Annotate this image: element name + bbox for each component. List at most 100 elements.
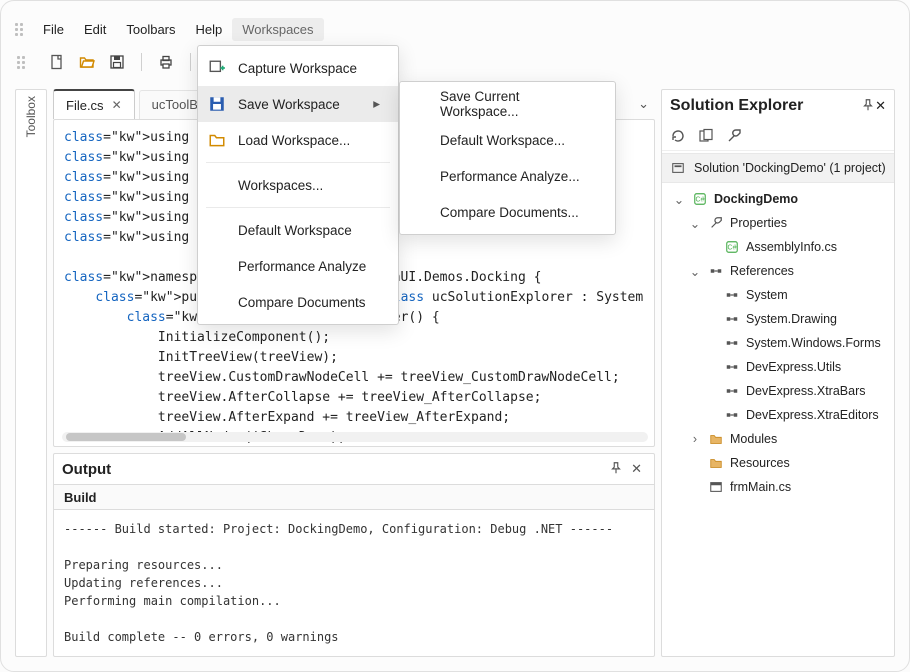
h-scrollbar-thumb[interactable] bbox=[66, 433, 186, 441]
node-ref-1[interactable]: System.Drawing bbox=[666, 307, 890, 331]
node-resources[interactable]: Resources bbox=[666, 451, 890, 475]
explorer-toolbar bbox=[662, 122, 894, 151]
ref-icon bbox=[724, 335, 740, 351]
close-icon[interactable]: ✕ bbox=[875, 98, 886, 114]
wrench-icon bbox=[708, 215, 724, 231]
label: Compare Documents bbox=[238, 295, 380, 310]
separator bbox=[206, 207, 390, 208]
close-icon[interactable]: ✕ bbox=[112, 98, 122, 112]
ref-icon bbox=[724, 407, 740, 423]
output-panel: Output ✕ Build ------ Build started: Pro… bbox=[53, 453, 655, 657]
mi-performance-analyze[interactable]: Performance Analyze bbox=[198, 248, 398, 284]
menu-help[interactable]: Help bbox=[186, 18, 233, 41]
node-frmmain[interactable]: frmMain.cs bbox=[666, 475, 890, 499]
chevron-icon[interactable]: ⌄ bbox=[688, 264, 702, 279]
mi-default-workspace[interactable]: Default Workspace bbox=[198, 212, 398, 248]
tabs-overflow[interactable]: ⌄ bbox=[632, 94, 655, 114]
solution-tree: ⌄ C# DockingDemo ⌄ Properties C# AssemblyInfo.… bbox=[662, 183, 894, 656]
mi-save-workspace[interactable]: Save Workspace ▸ bbox=[198, 86, 398, 122]
h-scrollbar[interactable] bbox=[62, 432, 648, 442]
node-references[interactable]: ⌄ References bbox=[666, 259, 890, 283]
ref-icon bbox=[708, 263, 724, 279]
print-icon[interactable] bbox=[158, 54, 174, 70]
mi-compare-documents[interactable]: Compare Documents bbox=[198, 284, 398, 320]
output-subtab-build[interactable]: Build bbox=[54, 484, 654, 510]
svg-text:C#: C# bbox=[696, 197, 705, 204]
solution-icon bbox=[670, 160, 686, 176]
close-icon[interactable]: ✕ bbox=[627, 459, 646, 479]
label: Workspaces... bbox=[238, 178, 380, 193]
tree-label: Modules bbox=[730, 432, 777, 446]
smi-default[interactable]: Default Workspace... bbox=[400, 122, 615, 158]
node-ref-0[interactable]: System bbox=[666, 283, 890, 307]
open-folder-icon[interactable] bbox=[79, 54, 95, 70]
toolbox-panel[interactable]: Toolbox bbox=[15, 89, 47, 657]
tree-label: DevExpress.XtraBars bbox=[746, 384, 865, 398]
smi-perf[interactable]: Performance Analyze... bbox=[400, 158, 615, 194]
tree-label: System.Windows.Forms bbox=[746, 336, 881, 350]
separator bbox=[206, 162, 390, 163]
label: Default Workspace bbox=[238, 223, 380, 238]
save-icon[interactable] bbox=[109, 54, 125, 70]
pin-icon[interactable] bbox=[861, 98, 875, 115]
chevron-icon[interactable]: ⌄ bbox=[672, 192, 686, 207]
show-all-files-icon[interactable] bbox=[698, 128, 714, 144]
menu-edit[interactable]: Edit bbox=[74, 18, 116, 41]
tree-label: References bbox=[730, 264, 794, 278]
properties-icon[interactable] bbox=[726, 128, 742, 144]
form-icon bbox=[708, 479, 724, 495]
node-properties[interactable]: ⌄ Properties bbox=[666, 211, 890, 235]
solution-node[interactable]: Solution 'DockingDemo' (1 project) bbox=[662, 153, 894, 183]
node-project[interactable]: ⌄ C# DockingDemo bbox=[666, 187, 890, 211]
menu-file[interactable]: File bbox=[33, 18, 74, 41]
node-modules[interactable]: › Modules bbox=[666, 427, 890, 451]
tab-file-cs[interactable]: File.cs ✕ bbox=[53, 89, 135, 119]
main-toolbar bbox=[15, 47, 895, 77]
menu-toolbars[interactable]: Toolbars bbox=[116, 18, 185, 41]
svg-text:C#: C# bbox=[728, 245, 737, 252]
node-ref-3[interactable]: DevExpress.Utils bbox=[666, 355, 890, 379]
capture-icon bbox=[208, 59, 226, 77]
menubar: File Edit Toolbars Help Workspaces bbox=[15, 15, 895, 43]
workspaces-dropdown: Capture Workspace Save Workspace ▸ Load … bbox=[197, 45, 399, 325]
folder-icon bbox=[708, 455, 724, 471]
grip-icon bbox=[15, 23, 23, 36]
tree-label: Properties bbox=[730, 216, 787, 230]
menu-workspaces[interactable]: Workspaces bbox=[232, 18, 323, 41]
chevron-icon[interactable]: ⌄ bbox=[688, 216, 702, 231]
node-ref-5[interactable]: DevExpress.XtraEditors bbox=[666, 403, 890, 427]
tree-label: System.Drawing bbox=[746, 312, 837, 326]
solution-explorer: Solution Explorer ✕ Solution 'DockingDem… bbox=[661, 89, 895, 657]
pin-icon[interactable] bbox=[605, 459, 627, 480]
ref-icon bbox=[724, 287, 740, 303]
cs-icon: C# bbox=[692, 191, 708, 207]
tree-label: System bbox=[746, 288, 788, 302]
mi-workspaces[interactable]: Workspaces... bbox=[198, 167, 398, 203]
refresh-icon[interactable] bbox=[670, 128, 686, 144]
new-file-icon[interactable] bbox=[49, 54, 65, 70]
save-icon bbox=[208, 95, 226, 113]
node-assemblyinfo[interactable]: C# AssemblyInfo.cs bbox=[666, 235, 890, 259]
output-title: Output bbox=[62, 461, 605, 478]
chevron-right-icon: ▸ bbox=[373, 96, 380, 112]
save-workspace-submenu: Save Current Workspace... Default Worksp… bbox=[399, 81, 616, 235]
tree-label: Resources bbox=[730, 456, 790, 470]
mi-load-workspace[interactable]: Load Workspace... bbox=[198, 122, 398, 158]
solution-label: Solution 'DockingDemo' (1 project) bbox=[694, 161, 886, 175]
output-body: ------ Build started: Project: DockingDe… bbox=[54, 510, 654, 656]
ref-icon bbox=[724, 311, 740, 327]
mi-capture-workspace[interactable]: Capture Workspace bbox=[198, 50, 398, 86]
smi-compare[interactable]: Compare Documents... bbox=[400, 194, 615, 230]
toolbox-label: Toolbox bbox=[24, 96, 38, 137]
separator bbox=[141, 53, 142, 71]
node-ref-2[interactable]: System.Windows.Forms bbox=[666, 331, 890, 355]
node-ref-4[interactable]: DevExpress.XtraBars bbox=[666, 379, 890, 403]
chevron-icon[interactable]: › bbox=[688, 432, 702, 446]
tree-label: AssemblyInfo.cs bbox=[746, 240, 837, 254]
smi-save-current[interactable]: Save Current Workspace... bbox=[400, 86, 615, 122]
ref-icon bbox=[724, 359, 740, 375]
ref-icon bbox=[724, 383, 740, 399]
explorer-title: Solution Explorer bbox=[670, 97, 861, 115]
tree-label: DockingDemo bbox=[714, 192, 798, 206]
tab-label: File.cs bbox=[66, 98, 104, 113]
